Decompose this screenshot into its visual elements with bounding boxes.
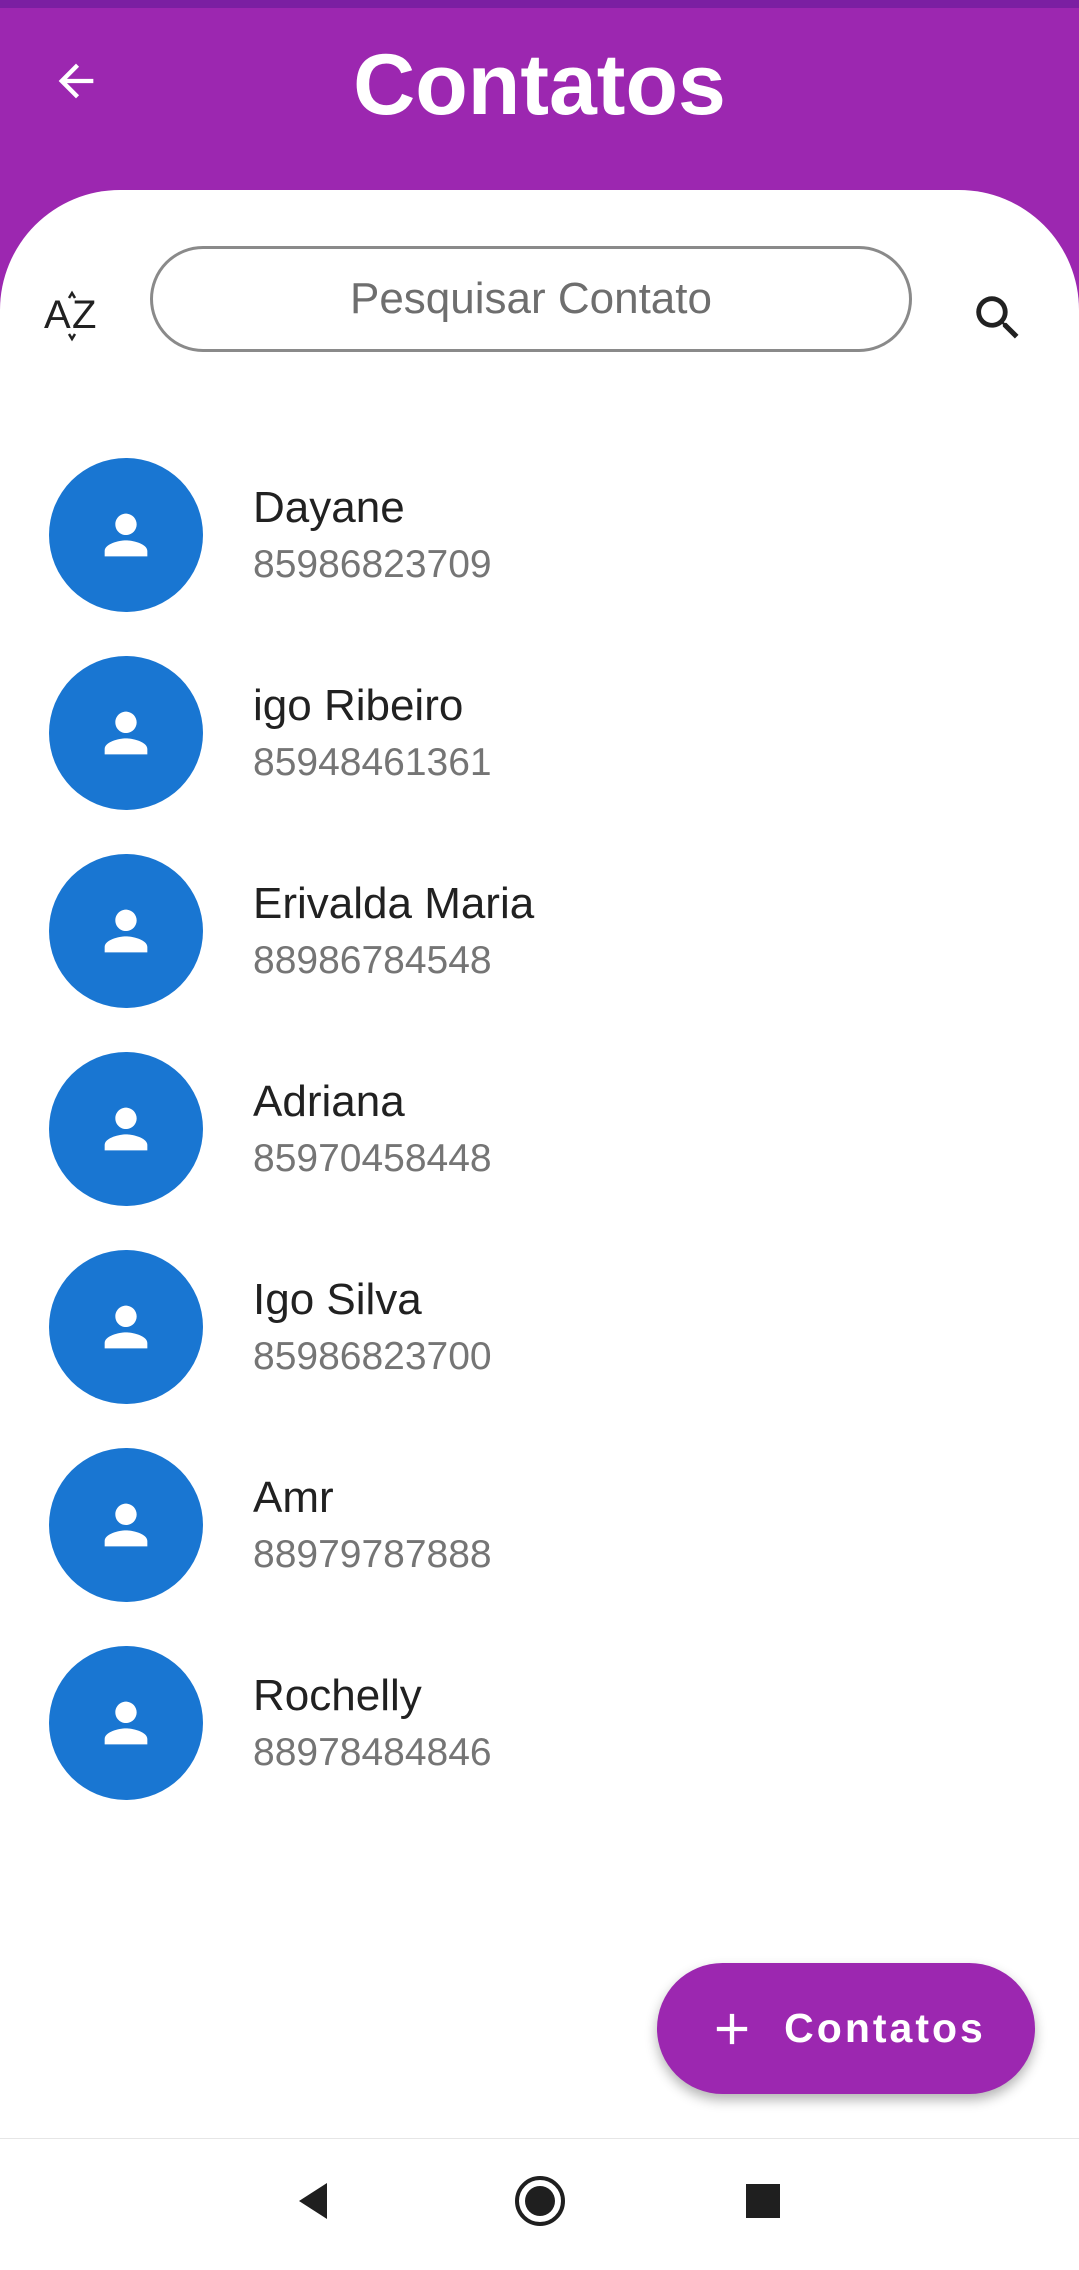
person-icon	[104, 909, 148, 953]
contact-phone: 85986823709	[253, 543, 492, 586]
contact-phone: 88979787888	[253, 1533, 492, 1576]
contact-phone: 88978484846	[253, 1731, 492, 1774]
contact-name: Dayane	[253, 483, 405, 532]
avatar	[49, 1448, 203, 1602]
avatar	[49, 458, 203, 612]
nav-back-triangle-icon	[299, 2183, 327, 2219]
sort-button[interactable]: A Z	[38, 280, 108, 350]
contact-item[interactable]: Adriana 85970458448	[0, 1050, 1079, 1248]
nav-home-button[interactable]	[500, 2161, 580, 2241]
add-contact-label: Contatos	[784, 2005, 986, 2051]
contact-name: Igo Silva	[253, 1275, 422, 1324]
search-input[interactable]	[188, 273, 874, 325]
nav-home-circle-icon	[515, 2176, 565, 2226]
person-icon	[104, 1107, 148, 1151]
contact-name: igo Ribeiro	[253, 681, 464, 730]
avatar	[49, 1646, 203, 1800]
nav-recents-square-icon	[746, 2184, 780, 2218]
contact-item[interactable]: Amr 88979787888	[0, 1446, 1079, 1644]
person-icon	[104, 513, 148, 557]
sort-alphabetical-icon: A Z	[44, 290, 96, 342]
contact-name: Rochelly	[253, 1671, 422, 1720]
status-strip	[0, 0, 1079, 8]
contact-item[interactable]: igo Ribeiro 85948461361	[0, 654, 1079, 852]
contact-name: Erivalda Maria	[253, 879, 535, 928]
svg-text:Z: Z	[72, 293, 96, 337]
page-title: Contatos	[353, 37, 726, 133]
system-nav-bar	[0, 2138, 1079, 2270]
person-icon	[104, 1305, 148, 1349]
contact-item[interactable]: Erivalda Maria 88986784548	[0, 852, 1079, 1050]
contact-list: Dayane 85986823709 igo Ribeiro 859484613…	[0, 456, 1079, 1842]
contact-item[interactable]: Rochelly 88978484846	[0, 1644, 1079, 1842]
svg-text:A: A	[44, 293, 71, 337]
contact-item[interactable]: Igo Silva 85986823700	[0, 1248, 1079, 1446]
contact-phone: 85970458448	[253, 1137, 492, 1180]
contact-name: Amr	[253, 1473, 334, 1522]
contact-item[interactable]: Dayane 85986823709	[0, 456, 1079, 654]
contact-phone: 85986823700	[253, 1335, 492, 1378]
person-icon	[104, 711, 148, 755]
search-field[interactable]	[150, 246, 912, 352]
avatar	[49, 1052, 203, 1206]
contact-phone: 88986784548	[253, 939, 492, 982]
search-button[interactable]	[962, 282, 1034, 354]
person-icon	[104, 1701, 148, 1745]
contact-name: Adriana	[253, 1077, 405, 1126]
person-icon	[104, 1503, 148, 1547]
search-icon	[976, 296, 1019, 339]
contact-phone: 85948461361	[253, 741, 492, 784]
avatar	[49, 656, 203, 810]
nav-recents-button[interactable]	[723, 2161, 803, 2241]
avatar	[49, 854, 203, 1008]
plus-icon	[717, 2013, 748, 2044]
avatar	[49, 1250, 203, 1404]
add-contact-button[interactable]: Contatos	[657, 1963, 1035, 2094]
nav-back-button[interactable]	[273, 2161, 353, 2241]
